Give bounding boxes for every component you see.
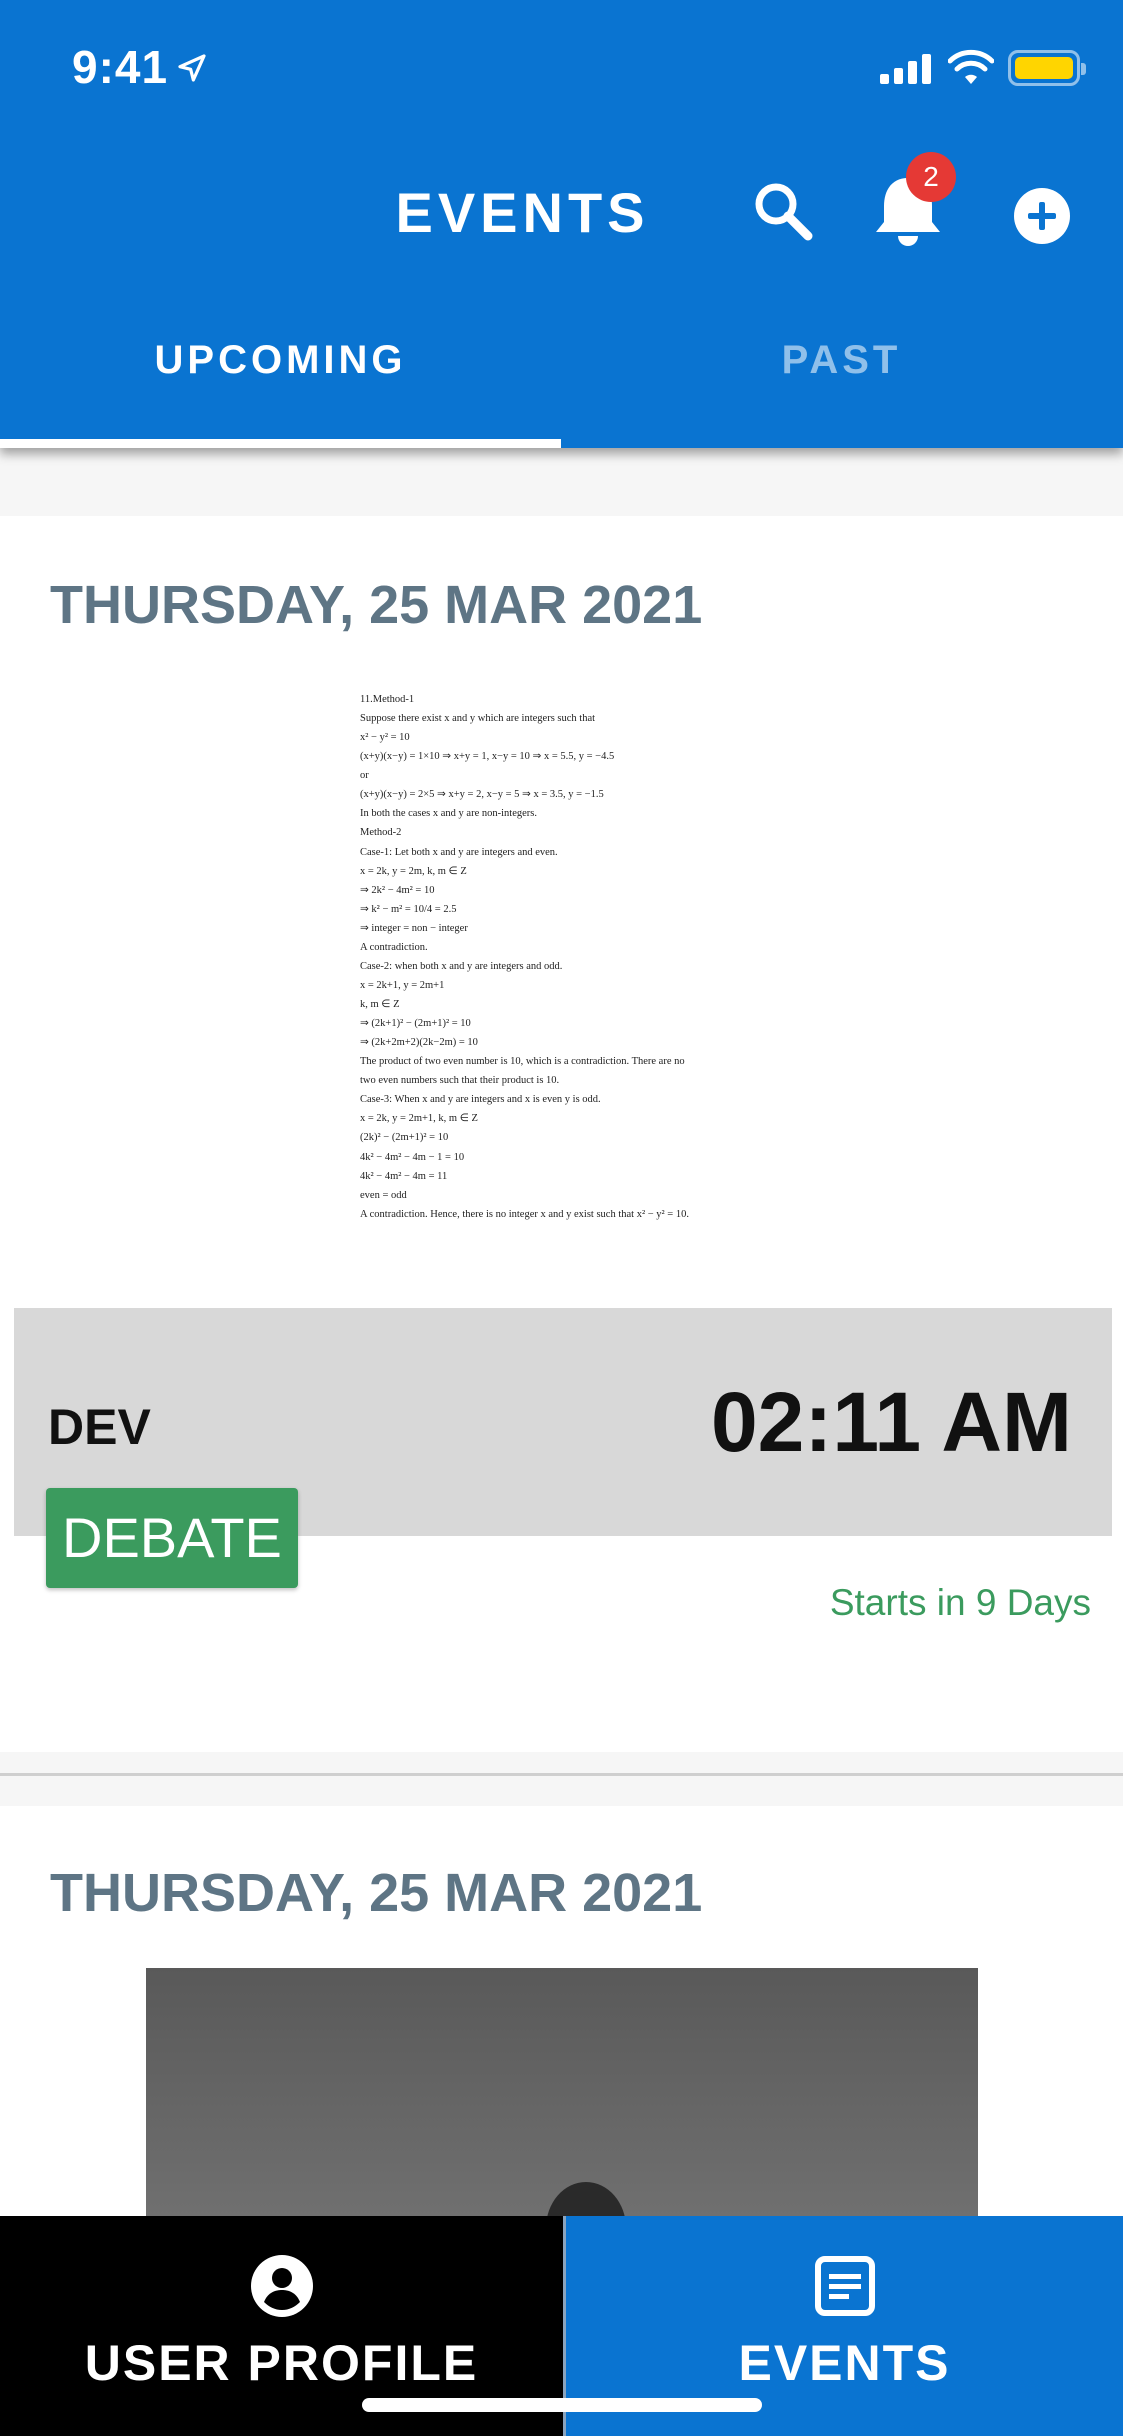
doc-line: A contradiction.	[360, 941, 428, 953]
event-owner: DEV	[48, 1399, 151, 1455]
doc-line: ⇒ 2k² − 4m² = 10	[360, 884, 435, 896]
doc-line: The product of two even number is 10, wh…	[360, 1056, 685, 1068]
doc-line: (2k)² − (2m+1)² = 10	[360, 1132, 449, 1144]
doc-line: ⇒ k² − m² = 10/4 = 2.5	[360, 903, 457, 915]
event-card[interactable]: THURSDAY, 25 MAR 2021 11.Method-1 Suppos…	[0, 516, 1123, 1752]
doc-line: Method-2	[360, 827, 402, 839]
doc-line: x² − y² = 10	[360, 732, 410, 744]
doc-line: even = odd	[360, 1189, 407, 1201]
doc-line: Case-3: When x and y are integers and x …	[360, 1094, 601, 1106]
battery-icon	[1008, 50, 1086, 86]
notification-badge: 2	[906, 152, 956, 202]
active-tab-indicator	[0, 439, 561, 448]
doc-line: Case-1: Let both x and y are integers an…	[360, 846, 558, 858]
doc-line: k, m ∈ Z	[360, 999, 400, 1010]
event-image-document: 11.Method-1 Suppose there exist x and y …	[360, 694, 760, 1294]
event-countdown: Starts in 9 Days	[829, 1582, 1091, 1623]
doc-line: x = 2k, y = 2m+1, k, m ∈ Z	[360, 1113, 478, 1125]
doc-line: 4k² − 4m² − 4m − 1 = 10	[360, 1151, 465, 1163]
events-list-icon	[814, 2256, 875, 2316]
doc-line: In both the cases x and y are non-intege…	[360, 808, 537, 820]
card-divider	[0, 1773, 1123, 1776]
tab-upcoming[interactable]: UPCOMING	[0, 338, 561, 383]
status-time: 9:41	[72, 41, 169, 93]
event-date: THURSDAY, 25 MAR 2021	[50, 575, 703, 635]
nav-events-label: EVENTS	[738, 2335, 951, 2391]
location-arrow-icon	[178, 54, 206, 82]
doc-line: (x+y)(x−y) = 2×5 ⇒ x+y = 2, x−y = 5 ⇒ x …	[360, 789, 604, 801]
event-time: 02:11 AM	[710, 1375, 1072, 1469]
search-icon[interactable]	[752, 180, 814, 242]
doc-line: ⇒ (2k+1)² − (2m+1)² = 10	[360, 1018, 471, 1030]
event-category-badge: DEBATE	[46, 1488, 298, 1588]
home-indicator[interactable]	[362, 2398, 762, 2412]
doc-line: (x+y)(x−y) = 1×10 ⇒ x+y = 1, x−y = 10 ⇒ …	[360, 751, 615, 763]
tab-past[interactable]: PAST	[561, 338, 1122, 383]
doc-line: Case-2: when both x and y are integers a…	[360, 960, 563, 972]
doc-line: or	[360, 770, 369, 782]
doc-line: A contradiction. Hence, there is no inte…	[360, 1208, 689, 1220]
wifi-icon	[948, 49, 994, 84]
doc-line: 11.Method-1	[360, 694, 415, 705]
status-bar: 9:41	[0, 0, 1123, 130]
cellular-signal-icon	[880, 52, 931, 84]
doc-line: x = 2k+1, y = 2m+1	[360, 979, 445, 991]
add-event-button[interactable]	[1014, 188, 1070, 244]
doc-line: x = 2k, y = 2m, k, m ∈ Z	[360, 865, 467, 877]
doc-line: ⇒ (2k+2m+2)(2k−2m) = 10	[360, 1037, 478, 1049]
doc-line: ⇒ integer = non − integer	[360, 922, 468, 934]
user-circle-icon	[250, 2255, 313, 2317]
event-date: THURSDAY, 25 MAR 2021	[50, 1863, 703, 1923]
app-bar: 9:41 EVENTS 2 UPCOMING PAST	[0, 0, 1123, 448]
doc-line: two even numbers such that their product…	[360, 1075, 560, 1087]
nav-user-profile-label: USER PROFILE	[84, 2335, 479, 2391]
doc-line: 4k² − 4m² − 4m = 11	[360, 1170, 448, 1182]
doc-line: Suppose there exist x and y which are in…	[360, 713, 596, 725]
